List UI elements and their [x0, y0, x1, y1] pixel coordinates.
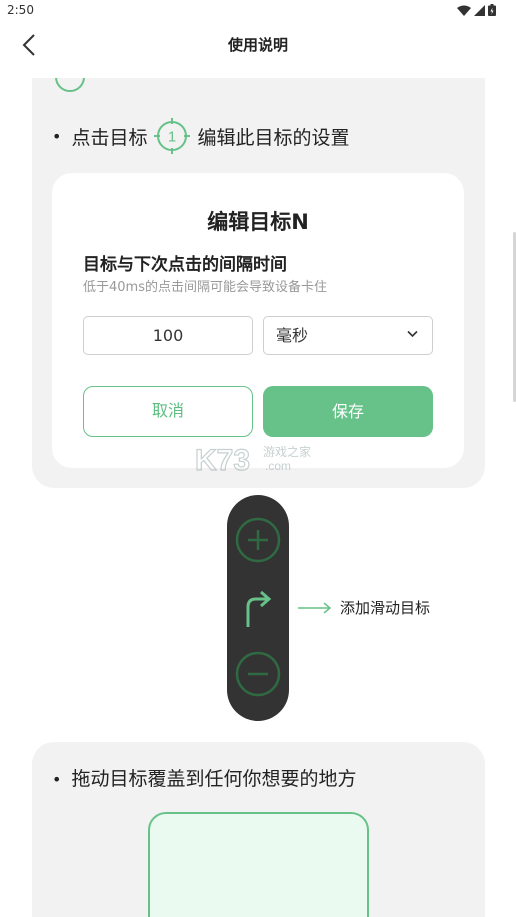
status-icons [457, 4, 496, 16]
interval-input[interactable]: 100 [83, 316, 253, 355]
drag-target-area [148, 812, 369, 917]
instruction-card-edit: • 点击目标 1 编辑此目标的设置 编辑目标N 目标与下次点击的间隔时间 低于4… [32, 40, 485, 488]
instruction-text-before: 点击目标 [71, 126, 148, 149]
remove-target-button[interactable] [235, 651, 281, 697]
unit-select[interactable]: 毫秒 [263, 316, 433, 355]
chevron-down-icon [407, 330, 418, 338]
svg-text:.com: .com [265, 459, 291, 473]
instruction-tap-target: • 点击目标 1 编辑此目标的设置 [52, 117, 349, 155]
add-swipe-target-button[interactable] [235, 585, 281, 631]
instruction-drag: • 拖动目标覆盖到任何你想要的地方 [52, 764, 356, 791]
page-title: 使用说明 [227, 36, 288, 54]
battery-icon [488, 4, 496, 16]
bullet-dot: • [52, 126, 62, 146]
swipe-target-label: 添加滑动目标 [340, 599, 431, 617]
signal-icon [474, 4, 485, 16]
wifi-icon [457, 5, 471, 16]
svg-text:K73: K73 [195, 444, 250, 475]
save-button[interactable]: 保存 [263, 386, 433, 437]
minus-circle-icon [235, 651, 281, 697]
interval-label: 目标与下次点击的间隔时间 [83, 255, 287, 275]
instruction-drag-text: 拖动目标覆盖到任何你想要的地方 [71, 768, 357, 790]
svg-text:游戏之家: 游戏之家 [263, 444, 311, 459]
app-bar: 使用说明 [0, 22, 516, 78]
edit-target-dialog: 编辑目标N 目标与下次点击的间隔时间 低于40ms的点击间隔可能会导致设备卡住 … [52, 173, 464, 468]
plus-circle-icon [235, 517, 281, 563]
swipe-target-callout: 添加滑动目标 [298, 597, 430, 618]
add-target-button[interactable] [235, 517, 281, 563]
cancel-button[interactable]: 取消 [83, 386, 253, 437]
arrow-right-icon [298, 601, 332, 614]
target-icon: 1 [153, 117, 191, 155]
status-time: 2:50 [7, 3, 34, 17]
unit-selected-value: 毫秒 [276, 326, 309, 345]
target-number: 1 [168, 129, 176, 146]
watermark-logo: K73 游戏之家 .com [195, 443, 311, 475]
bullet-dot: • [52, 770, 62, 789]
floating-toolbar [227, 495, 289, 721]
interval-hint: 低于40ms的点击间隔可能会导致设备卡住 [83, 280, 327, 295]
instruction-card-drag: • 拖动目标覆盖到任何你想要的地方 [32, 742, 485, 917]
instruction-text-after: 编辑此目标的设置 [197, 126, 350, 149]
status-bar: 2:50 [0, 0, 516, 22]
turn-right-arrow-icon [246, 590, 272, 627]
dialog-title: 编辑目标N [207, 210, 309, 234]
